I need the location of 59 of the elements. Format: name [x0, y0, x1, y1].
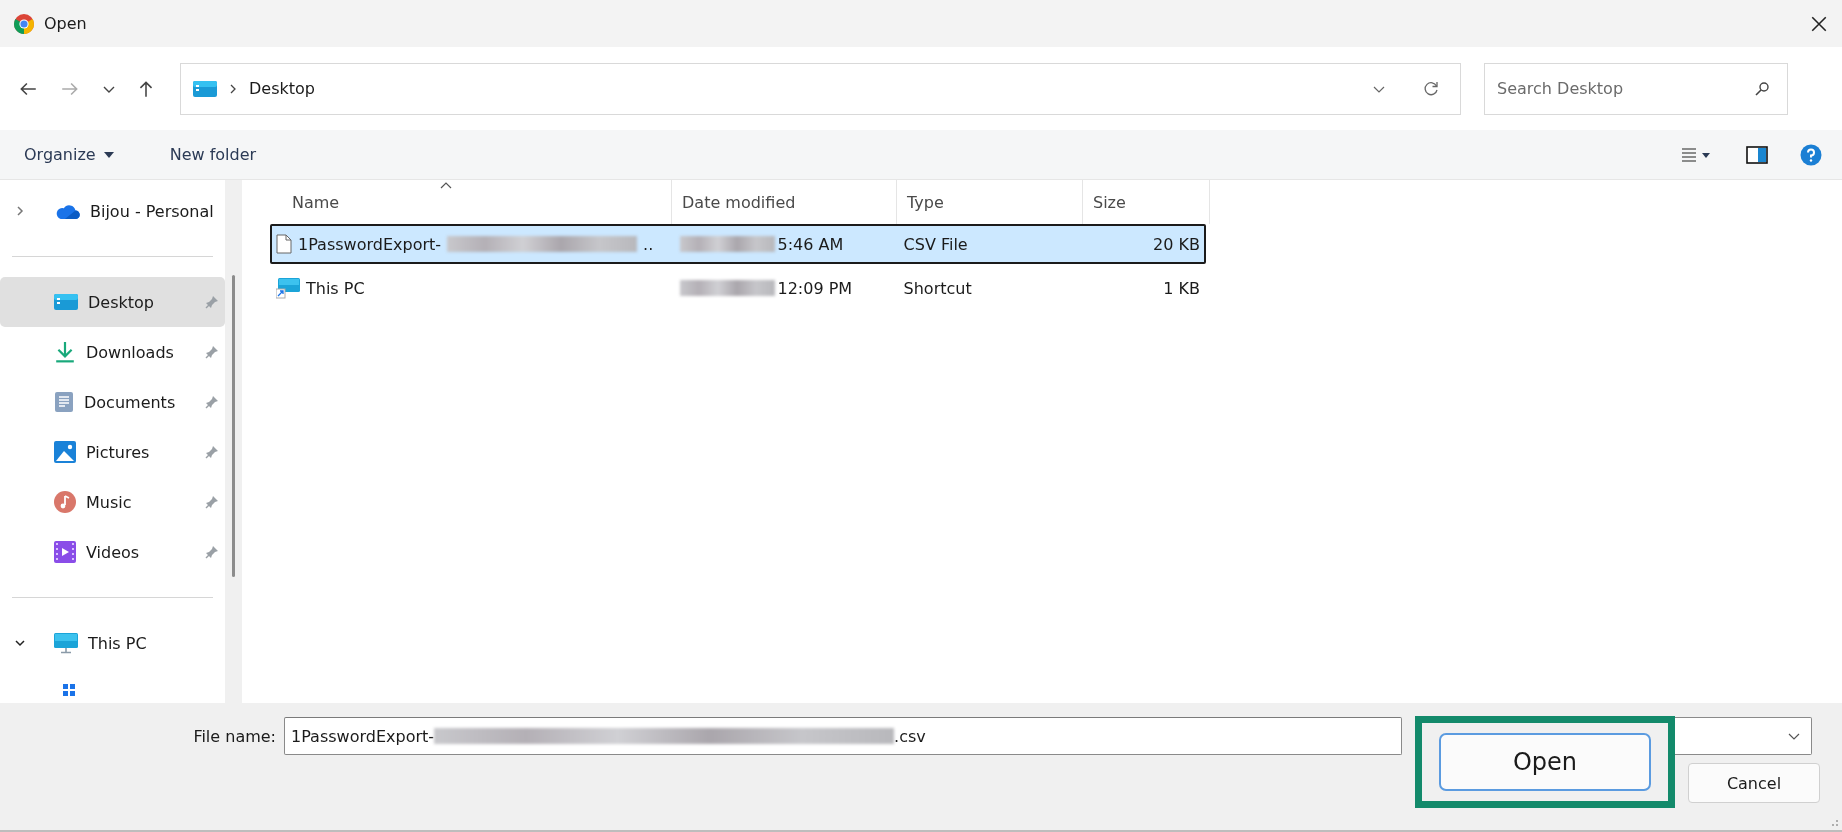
window-title: Open [44, 14, 87, 33]
pin-icon[interactable] [205, 495, 219, 509]
file-size: 1 KB [1163, 278, 1200, 298]
file-row[interactable]: This PC 12:09 PM Shortcut 1 KB [270, 268, 1206, 308]
organize-menu-button[interactable]: Organize [12, 141, 126, 168]
sidebar-item[interactable]: Documents [0, 377, 225, 427]
monitor-icon [54, 632, 78, 654]
shortcut-monitor-icon [276, 277, 300, 299]
modified-date: 12:09 PM [777, 278, 853, 298]
file-name: 1PasswordExport- [298, 234, 442, 254]
open-button[interactable]: Open [1439, 733, 1651, 791]
document-icon [54, 391, 74, 413]
chevron-right-icon[interactable] [14, 205, 26, 217]
refresh-icon[interactable] [1422, 79, 1440, 98]
sidebar-item[interactable]: Pictures [0, 427, 225, 477]
breadcrumb-chevron-icon [229, 82, 237, 95]
sidebar-item[interactable]: Videos [0, 527, 225, 577]
cancel-button[interactable]: Cancel [1688, 763, 1820, 803]
address-bar[interactable]: Desktop [180, 62, 1461, 115]
help-icon[interactable] [1800, 143, 1822, 166]
desktop-icon [54, 293, 78, 311]
sidebar-item[interactable]: This PC [0, 618, 225, 668]
preview-pane-icon[interactable] [1746, 145, 1768, 164]
resize-grip-icon[interactable] [1829, 817, 1839, 827]
search-field[interactable]: Search Desktop [1484, 62, 1788, 115]
caret-icon [103, 151, 114, 158]
sidebar-item[interactable]: Desktop [0, 277, 225, 327]
file-name: This PC [306, 278, 365, 298]
file-type: CSV File [903, 234, 968, 254]
drive-icon [62, 683, 76, 697]
ellipsis: .. [643, 234, 654, 254]
film-icon [54, 541, 76, 563]
sidebar-item[interactable]: Music [0, 477, 225, 527]
file-type: Shortcut [903, 278, 972, 298]
desktop-icon [193, 79, 217, 98]
sidebar-item[interactable]: Bijou - Personal [0, 186, 225, 236]
download-arrow-icon [54, 341, 76, 363]
file-name-label: File name: [192, 726, 277, 746]
chrome-logo-icon [14, 13, 34, 34]
picture-icon [54, 441, 76, 463]
pin-icon[interactable] [205, 345, 219, 359]
chevron-down-icon[interactable] [14, 637, 26, 649]
sidebar-item[interactable]: Downloads [0, 327, 225, 377]
music-note-icon [54, 491, 76, 513]
cloud-icon [54, 202, 80, 220]
pin-icon[interactable] [205, 545, 219, 559]
search-icon [1754, 80, 1770, 97]
new-folder-button[interactable]: New folder [157, 141, 269, 168]
scrollbar[interactable] [232, 275, 235, 577]
file-row[interactable]: 1PasswordExport- .. 5:46 AM CSV File 20 KB [270, 224, 1206, 264]
dropdown-button[interactable] [1674, 717, 1812, 755]
file-icon [276, 234, 292, 254]
file-name-field[interactable]: 1PasswordExport- .csv [284, 717, 1402, 755]
breadcrumb[interactable]: Desktop [249, 79, 315, 98]
close-icon[interactable] [1810, 14, 1828, 33]
pin-icon[interactable] [205, 395, 219, 409]
pin-icon[interactable] [205, 445, 219, 459]
modified-date: 5:46 AM [777, 234, 844, 254]
file-size: 20 KB [1153, 234, 1200, 254]
